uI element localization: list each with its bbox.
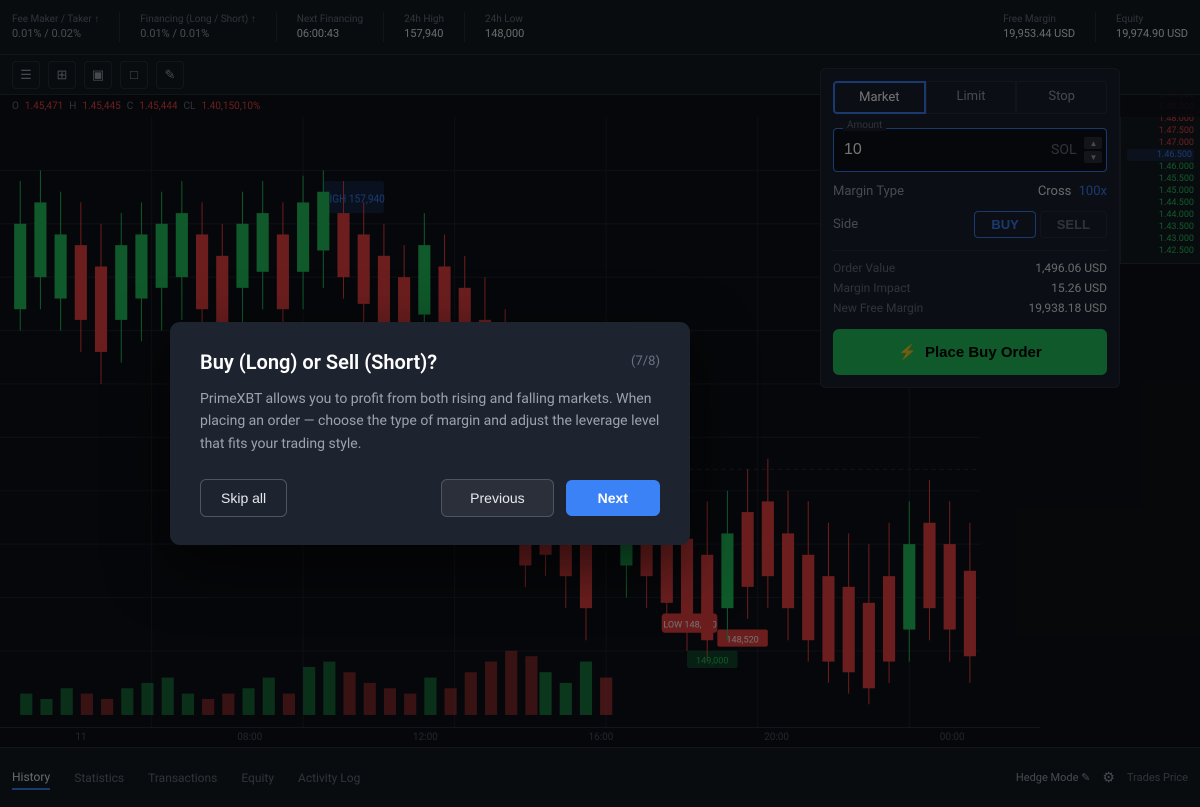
tutorial-body: PrimeXBT allows you to profit from both …	[200, 388, 660, 455]
tutorial-header: Buy (Long) or Sell (Short)? (7/8)	[200, 350, 660, 374]
previous-button[interactable]: Previous	[441, 479, 553, 517]
tutorial-overlay: Buy (Long) or Sell (Short)? (7/8) PrimeX…	[0, 0, 1200, 807]
next-button[interactable]: Next	[566, 480, 660, 516]
tutorial-title: Buy (Long) or Sell (Short)?	[200, 350, 437, 374]
skip-all-button[interactable]: Skip all	[200, 479, 287, 517]
tutorial-card: Buy (Long) or Sell (Short)? (7/8) PrimeX…	[170, 322, 690, 545]
tutorial-step: (7/8)	[631, 354, 660, 369]
tutorial-actions: Skip all Previous Next	[200, 479, 660, 517]
